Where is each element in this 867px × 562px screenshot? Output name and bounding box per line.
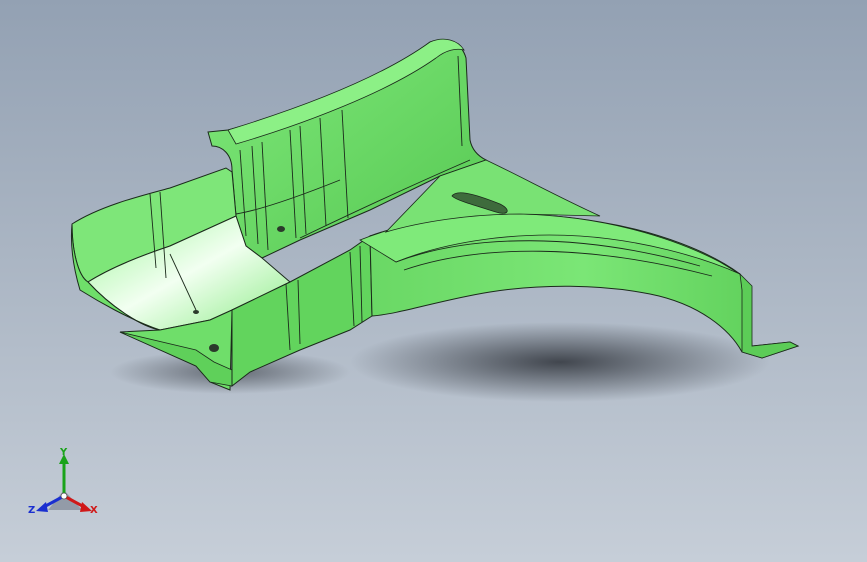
y-axis-label: Y [60, 447, 68, 458]
graphics-viewport[interactable]: Y X Z [0, 0, 867, 562]
x-axis-label: X [90, 505, 98, 516]
mount-hole-upper [277, 226, 285, 232]
coordinate-triad: Y X Z [24, 446, 104, 526]
mount-hole-lower [209, 344, 219, 352]
right-flange-tab [739, 272, 800, 359]
sheet-metal-part[interactable] [0, 0, 867, 562]
mount-hole-floor [193, 310, 199, 314]
z-axis-label: Z [28, 505, 36, 516]
part-shadow [350, 322, 770, 402]
